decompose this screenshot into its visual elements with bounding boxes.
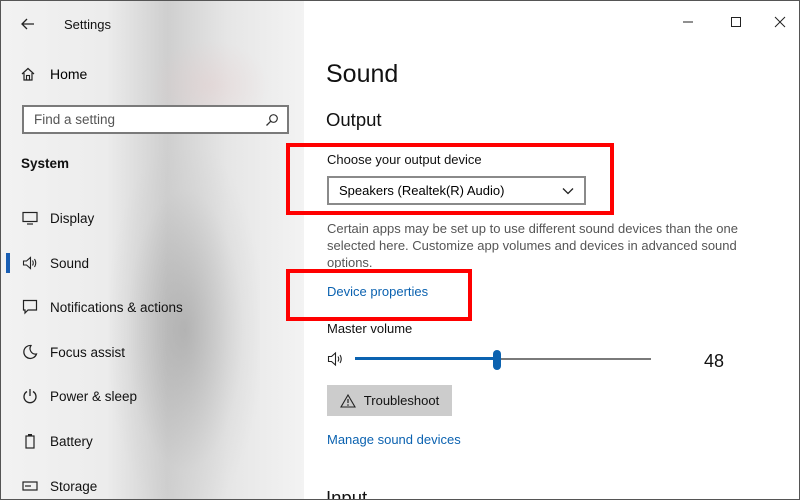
page-title: Sound [326, 60, 399, 88]
sidebar-item-display[interactable]: Display [0, 200, 304, 236]
troubleshoot-button[interactable]: Troubleshoot [327, 385, 452, 416]
main-panel: Sound Output Choose your output device S… [304, 0, 800, 500]
master-volume-label: Master volume [327, 321, 413, 336]
slider-thumb[interactable] [493, 350, 502, 370]
speaker-icon [20, 253, 40, 273]
monitor-icon [20, 208, 40, 228]
search-placeholder: Find a setting [34, 112, 116, 127]
search-icon [266, 113, 278, 126]
sidebar-item-storage[interactable]: Storage [0, 468, 304, 500]
master-volume-slider[interactable] [327, 348, 747, 372]
sidebar-item-label: Sound [50, 255, 90, 271]
sidebar-item-battery[interactable]: Battery [0, 423, 304, 459]
warning-icon [339, 393, 356, 408]
close-button[interactable] [760, 10, 800, 34]
sidebar-home-label: Home [50, 66, 88, 82]
home-icon [21, 67, 35, 81]
power-icon [20, 386, 40, 406]
sidebar-item-label: Battery [50, 433, 93, 449]
slider-fill [355, 357, 498, 360]
sidebar-item-label: Notifications & actions [50, 299, 183, 315]
highlight-device-properties [286, 269, 472, 321]
section-title: System [21, 156, 70, 171]
minimize-icon [683, 21, 693, 23]
sidebar-item-focus-assist[interactable]: Focus assist [0, 334, 304, 370]
sidebar-item-label: Storage [50, 478, 98, 494]
sidebar-item-notifications[interactable]: Notifications & actions [0, 289, 304, 325]
sidebar-item-home[interactable]: Home [20, 66, 87, 82]
output-description: Certain apps may be set up to use differ… [327, 221, 738, 268]
highlight-output-device [286, 143, 614, 215]
sidebar-item-sound[interactable]: Sound [0, 245, 304, 281]
storage-icon [20, 476, 40, 496]
output-section-title: Output [326, 109, 382, 130]
input-section-title: Input [326, 487, 368, 500]
back-button[interactable] [14, 12, 42, 36]
sidebar-item-label: Focus assist [50, 344, 126, 360]
troubleshoot-label: Troubleshoot [363, 393, 440, 408]
sidebar-item-label: Power & sleep [50, 388, 138, 404]
maximize-button[interactable] [716, 10, 756, 34]
minimize-button[interactable] [668, 10, 708, 34]
maximize-icon [731, 17, 741, 27]
sidebar-item-power-sleep[interactable]: Power & sleep [0, 378, 304, 414]
search-input[interactable]: Find a setting [22, 105, 289, 134]
manage-sound-devices-link[interactable]: Manage sound devices [327, 432, 461, 447]
sidebar-item-label: Display [50, 210, 95, 226]
back-arrow-icon [21, 18, 34, 30]
sidebar: Settings Home Find a setting System Disp… [0, 0, 304, 500]
speaker-icon [327, 351, 342, 367]
battery-icon [20, 431, 40, 451]
notification-icon [20, 297, 40, 317]
app-title: Settings [64, 17, 111, 32]
close-icon [774, 16, 786, 28]
master-volume-value: 48 [704, 351, 725, 371]
moon-icon [20, 342, 40, 362]
